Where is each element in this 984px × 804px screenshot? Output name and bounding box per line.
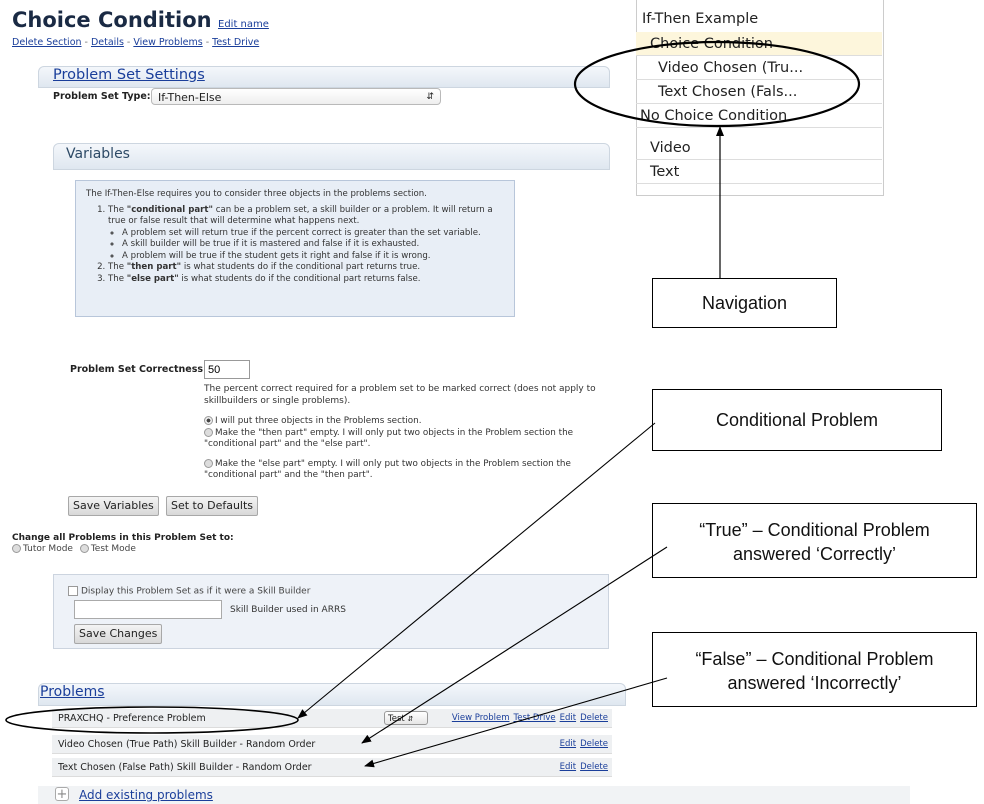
conditional-arrow xyxy=(297,422,656,719)
problem-highlight-ellipse xyxy=(5,706,299,734)
true-path-arrow xyxy=(361,546,668,744)
annotation-overlay xyxy=(5,40,861,768)
false-path-arrow xyxy=(364,677,668,768)
nav-highlight-ellipse xyxy=(573,40,861,128)
